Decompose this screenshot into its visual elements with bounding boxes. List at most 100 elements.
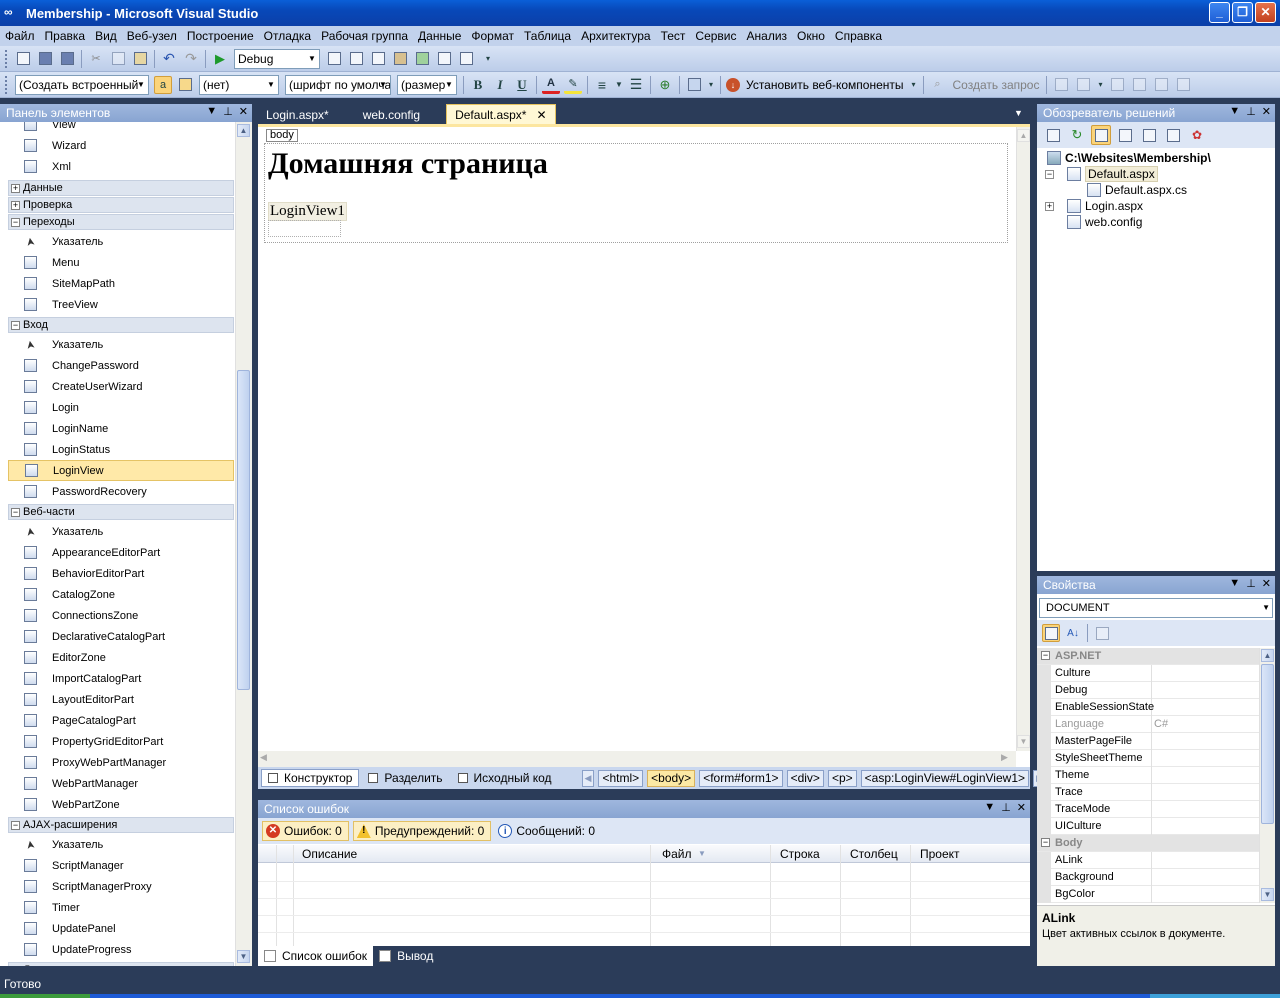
collapse-icon[interactable]: − (11, 965, 20, 966)
block-format-select[interactable]: (нет) ▼ (199, 74, 279, 95)
auto-hide-pin-icon[interactable]: ⊥ (223, 105, 233, 118)
website-root-node[interactable]: C:\Websites\Membership\ (1047, 150, 1211, 166)
scroll-up-icon[interactable]: ▲ (1017, 129, 1030, 142)
scroll-down-icon[interactable]: ▼ (237, 950, 250, 963)
property-grid-scrollbar[interactable]: ▲ ▼ (1259, 648, 1275, 903)
scroll-down-icon[interactable]: ▼ (1017, 735, 1030, 748)
toolbar-options-icon[interactable]: ▾ (1096, 76, 1104, 94)
collapse-icon[interactable]: − (1041, 651, 1050, 660)
menu-item-6[interactable]: Рабочая группа (316, 29, 413, 43)
scroll-thumb[interactable] (1261, 664, 1274, 824)
solution-item-web-config[interactable]: web.config (1067, 214, 1142, 230)
copy-icon[interactable] (109, 50, 127, 68)
collapse-icon[interactable]: − (11, 820, 20, 830)
window-position-icon[interactable]: ▼ (1229, 105, 1240, 118)
view-design-button[interactable]: Конструктор (261, 769, 360, 787)
style-edit-icon[interactable]: a (154, 75, 172, 94)
menu-item-14[interactable]: Окно (792, 29, 830, 43)
toolbox-item-declarativecatalogpart[interactable]: DeclarativeCatalogPart (8, 626, 234, 647)
toolbox-scrollbar[interactable]: ▲ ▼ (235, 122, 252, 966)
auto-hide-pin-icon[interactable]: ⊥ (1001, 801, 1011, 814)
menu-item-4[interactable]: Построение (182, 29, 259, 43)
publish-icon[interactable] (685, 76, 703, 94)
tag-breadcrumb-1[interactable]: <body> (647, 769, 696, 787)
expand-icon[interactable]: + (11, 200, 20, 210)
crumb-scroll-left-icon[interactable]: ◀ (581, 769, 595, 787)
window-position-icon[interactable]: ▼ (1229, 577, 1240, 590)
property-row[interactable]: Background (1037, 869, 1259, 886)
cut-icon[interactable]: ✂ (87, 50, 105, 68)
menu-item-1[interactable]: Правка (40, 29, 91, 43)
toolbox-item-menu[interactable]: Menu (8, 252, 234, 273)
view-designer-icon[interactable] (1139, 125, 1159, 145)
toolbox-item-указатель[interactable]: ➤ Указатель (8, 834, 234, 855)
menu-item-8[interactable]: Формат (466, 29, 519, 43)
auto-hide-pin-icon[interactable]: ⊥ (1246, 105, 1256, 118)
command-window-icon[interactable] (457, 50, 475, 68)
tab-web-config[interactable]: web.config (355, 106, 428, 124)
toolbox-item-pagecatalogpart[interactable]: PageCatalogPart (8, 710, 234, 731)
toolbar-grip[interactable] (5, 49, 8, 68)
font-name-select[interactable]: (шрифт по умолча ▼ (285, 74, 391, 95)
property-row[interactable]: UICulture (1037, 818, 1259, 835)
toolbox-item-указатель[interactable]: ➤ Указатель (8, 231, 234, 252)
close-panel-icon[interactable]: ✕ (1262, 577, 1271, 590)
install-web-components-icon[interactable]: ↓ (726, 77, 740, 92)
tab-default-aspx[interactable]: Default.aspx* ✕ (446, 104, 556, 124)
menu-item-5[interactable]: Отладка (259, 29, 316, 43)
tag-breadcrumb-0[interactable]: <html> (598, 769, 644, 787)
solution-configuration-select[interactable]: Debug ▼ (234, 48, 320, 69)
property-value[interactable]: C# (1154, 718, 1168, 730)
install-web-components-button[interactable]: Установить веб-компоненты (746, 78, 904, 92)
new-project-icon[interactable] (14, 50, 32, 68)
body-tag-label[interactable]: body (266, 129, 298, 142)
solution-item-default-aspx[interactable]: Default.aspx (1067, 166, 1158, 182)
target-rule-icon[interactable] (176, 76, 194, 94)
property-row[interactable]: TraceMode (1037, 801, 1259, 818)
properties-window-icon[interactable] (369, 50, 387, 68)
align-dropdown-icon[interactable]: ▼ (615, 76, 623, 94)
page-heading[interactable]: Домашняя страница (268, 147, 548, 181)
property-row[interactable]: Debug (1037, 682, 1259, 699)
collapse-icon[interactable]: − (1041, 838, 1050, 847)
categorized-icon[interactable] (1042, 624, 1060, 642)
toolbox-item-xml[interactable]: Xml (8, 156, 234, 177)
redo-icon[interactable]: ↷ (182, 50, 200, 68)
property-row[interactable]: Trace (1037, 784, 1259, 801)
scroll-left-icon[interactable]: ◀ (260, 752, 267, 763)
refresh-icon[interactable]: ↻ (1067, 125, 1087, 145)
toolbox-group-переходы[interactable]: − Переходы (8, 214, 234, 230)
expand-icon[interactable]: + (11, 183, 20, 193)
toolbox-item-updatepanel[interactable]: UpdatePanel (8, 918, 234, 939)
close-tab-icon[interactable]: ✕ (536, 108, 546, 122)
toolbar-options-icon[interactable]: ▾ (479, 50, 497, 68)
property-row[interactable]: BgColor (1037, 886, 1259, 903)
toolbox-item-updateprogress[interactable]: UpdateProgress (8, 939, 234, 960)
errorlist-column-2[interactable]: Строка (780, 847, 820, 861)
close-panel-icon[interactable]: ✕ (1017, 801, 1026, 814)
tag-breadcrumb-4[interactable]: <p> (827, 769, 857, 787)
toolbox-item-указатель[interactable]: ➤ Указатель (8, 521, 234, 542)
font-size-select[interactable]: (размер ▼ (397, 74, 457, 95)
properties-icon[interactable] (1043, 125, 1063, 145)
auto-hide-pin-icon[interactable]: ⊥ (1246, 577, 1256, 590)
toolbox-item-scriptmanager[interactable]: ScriptManager (8, 855, 234, 876)
expand-icon[interactable]: + (1045, 202, 1054, 211)
bullets-icon[interactable]: ☰ (627, 76, 645, 94)
errorlist-column-1[interactable]: Файл (662, 847, 692, 861)
object-browser-icon[interactable] (413, 50, 431, 68)
toolbox-item-loginview[interactable]: LoginView (8, 460, 234, 481)
toolbox-item-editorzone[interactable]: EditorZone (8, 647, 234, 668)
foreground-color-icon[interactable]: A (542, 76, 560, 94)
close-window-button[interactable]: ✕ (1255, 2, 1276, 23)
messages-filter-button[interactable]: i Сообщений: 0 (495, 821, 601, 841)
bottom-tab-1[interactable]: Вывод (373, 946, 439, 966)
toolbox-group-динамические-данные[interactable]: −Динамические данные (8, 962, 234, 966)
toolbox-group-данные[interactable]: + Данные (8, 180, 234, 196)
scroll-right-icon[interactable]: ▶ (1001, 752, 1008, 763)
solution-item-default-aspx-cs[interactable]: Default.aspx.cs (1087, 182, 1187, 198)
toolbox-item-webpartzone[interactable]: WebPartZone (8, 794, 234, 815)
property-row[interactable]: EnableSessionState (1037, 699, 1259, 716)
menu-item-7[interactable]: Данные (413, 29, 466, 43)
menu-item-15[interactable]: Справка (830, 29, 887, 43)
